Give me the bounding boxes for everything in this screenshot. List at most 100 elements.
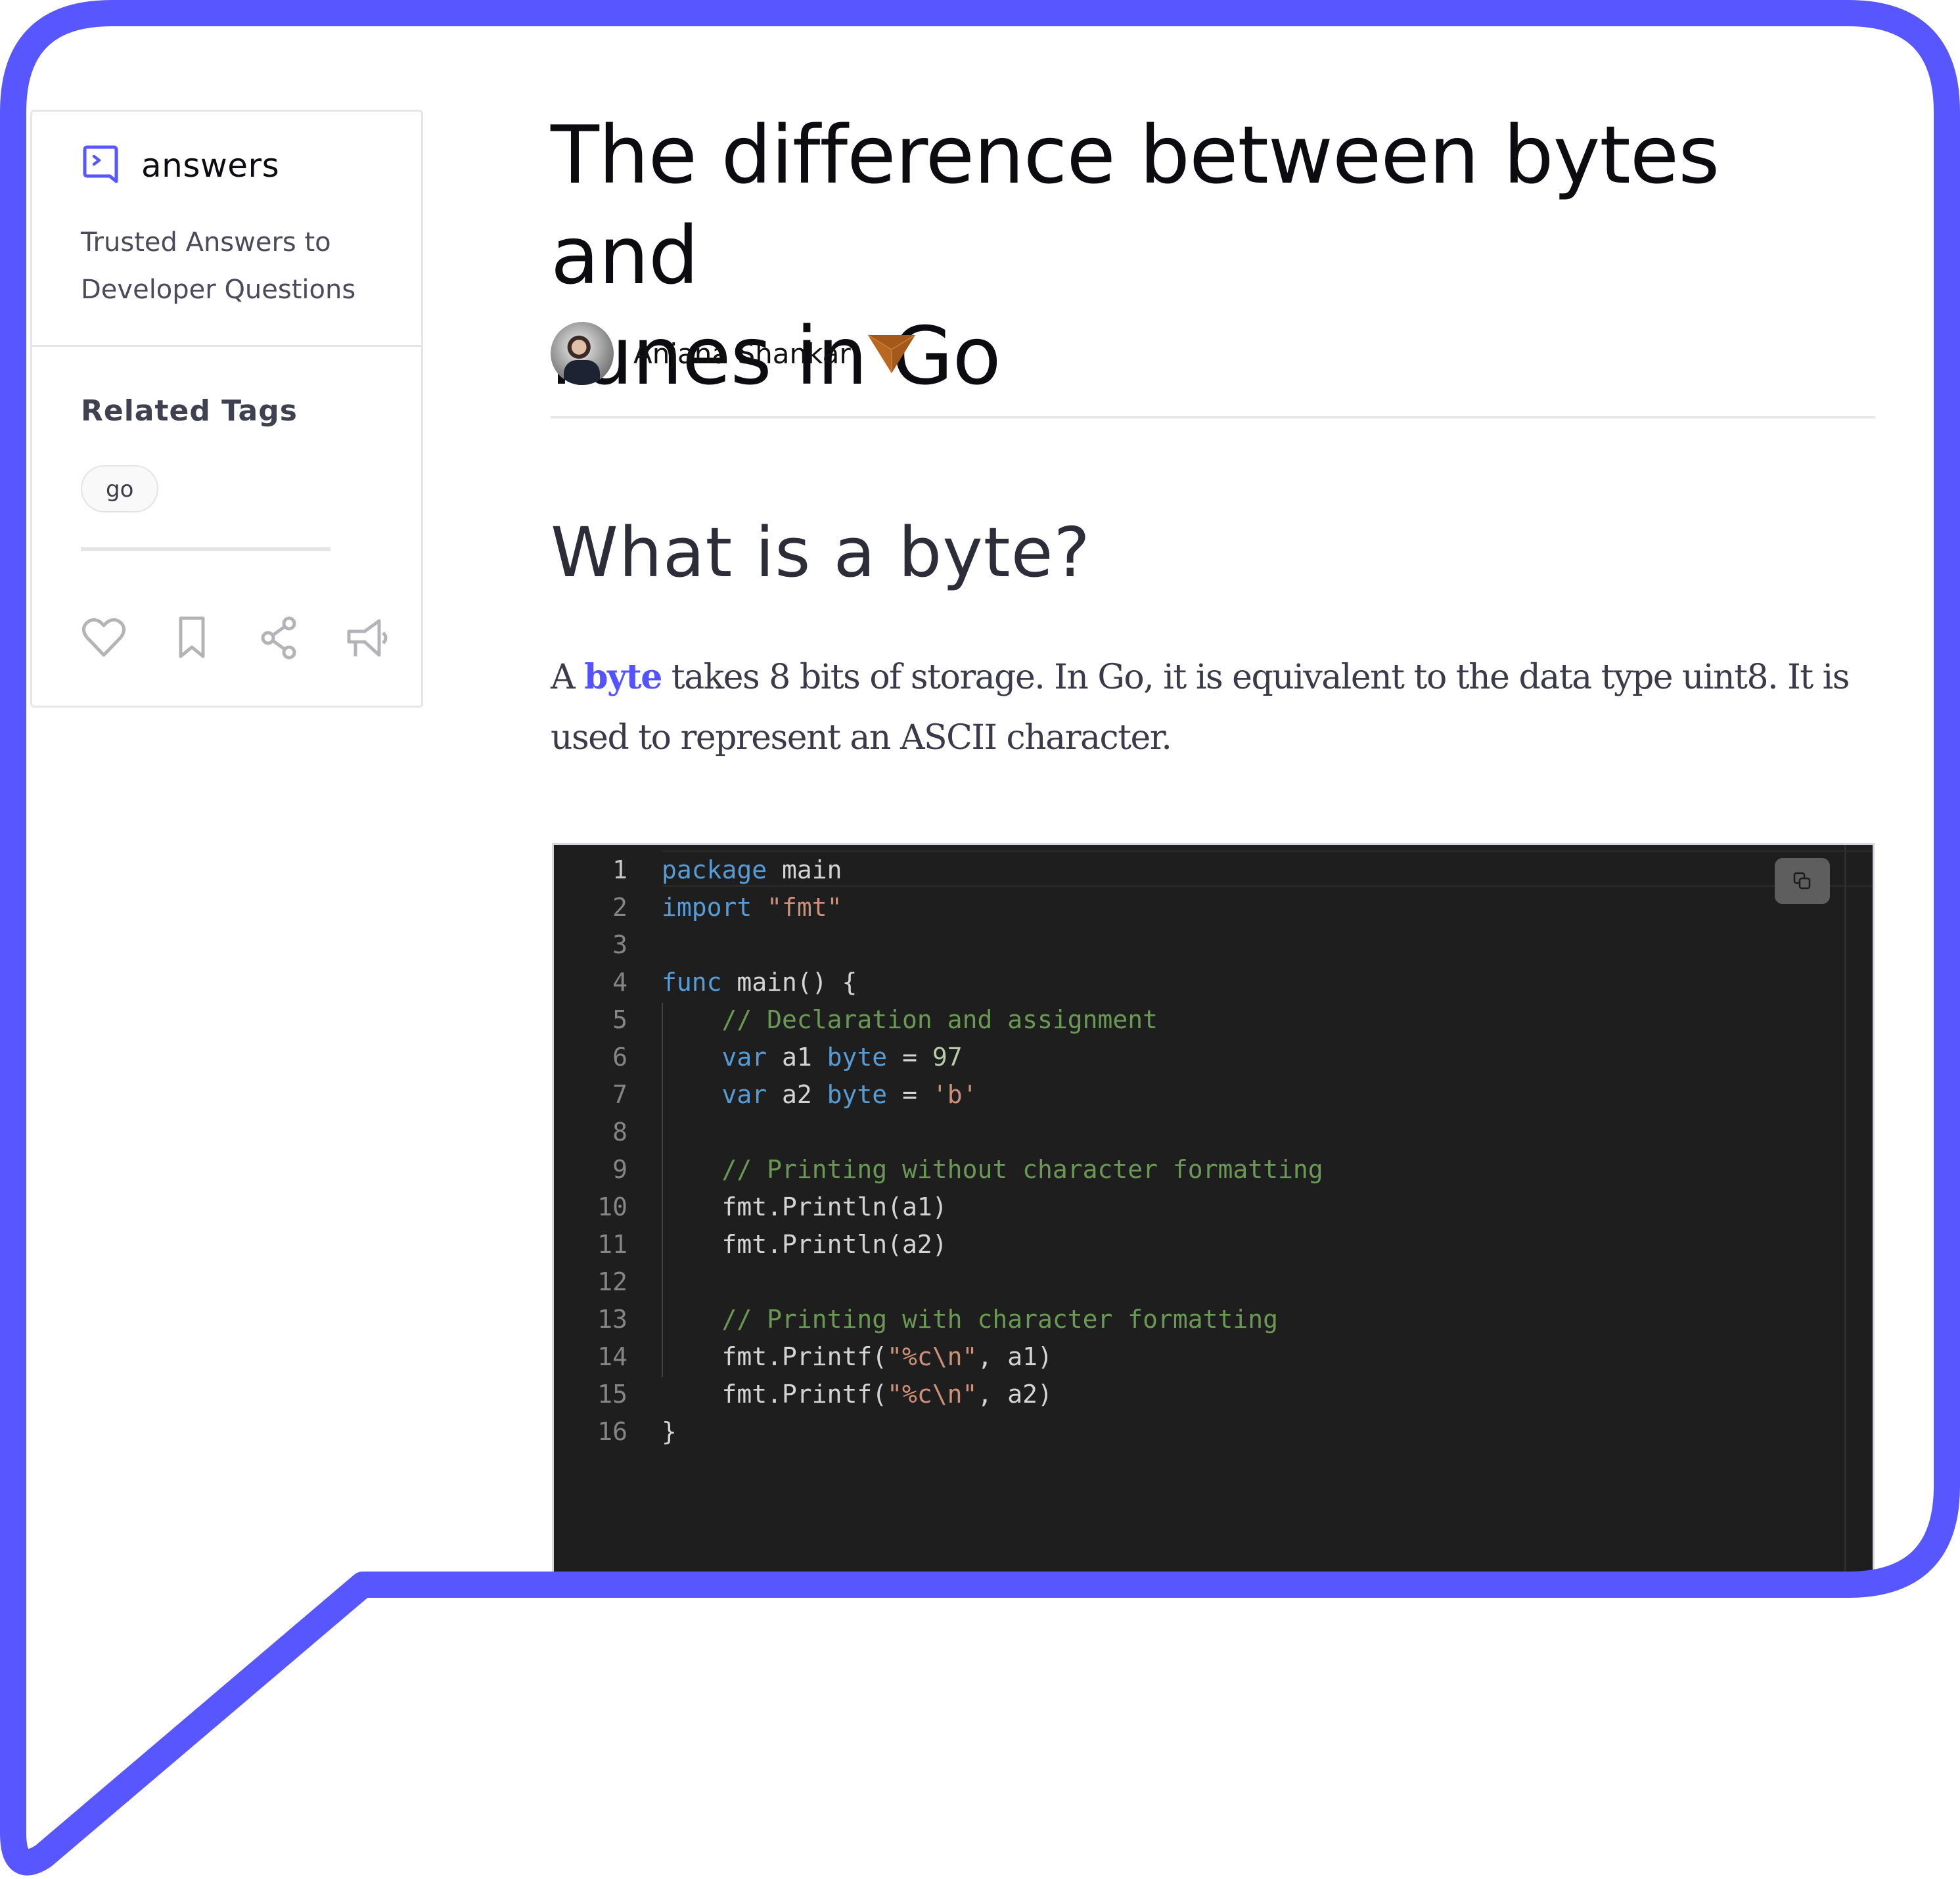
copy-icon bbox=[1793, 872, 1811, 890]
code-line: 6 var a1 byte = 97 bbox=[554, 1039, 1323, 1076]
code-token: = bbox=[887, 1080, 932, 1109]
code-line: 14 fmt.Printf("%c\n", a1) bbox=[554, 1338, 1323, 1376]
code-text: fmt.Println(a1) bbox=[662, 1189, 947, 1226]
code-line: 16} bbox=[554, 1413, 1323, 1451]
code-token: // Printing with character formatting bbox=[721, 1305, 1278, 1334]
share-icon bbox=[261, 616, 296, 660]
brand-tagline: Trusted Answers to Developer Questions bbox=[81, 219, 355, 313]
code-token: 'b' bbox=[932, 1080, 978, 1109]
code-token: package bbox=[662, 855, 767, 884]
code-token: , a1) bbox=[977, 1342, 1053, 1371]
code-line: 8 bbox=[554, 1114, 1323, 1151]
line-number: 7 bbox=[612, 1080, 627, 1109]
code-text: func main() { bbox=[662, 964, 857, 1001]
article-title-line-1: The difference between bytes and bbox=[551, 109, 1720, 302]
code-line: 11 fmt.Println(a2) bbox=[554, 1226, 1323, 1263]
code-text: fmt.Println(a2) bbox=[662, 1226, 947, 1263]
code-line: 2 import "fmt" bbox=[554, 889, 1323, 926]
paragraph-rest: takes 8 bits of storage. In Go, it is eq… bbox=[551, 658, 1850, 758]
code-line: 12 bbox=[554, 1263, 1323, 1301]
bookmark-icon bbox=[179, 616, 205, 658]
code-scrollbar[interactable] bbox=[1844, 845, 1846, 1579]
code-token: byte bbox=[827, 1043, 888, 1072]
line-number: 12 bbox=[597, 1267, 627, 1296]
tagline-line-2: Developer Questions bbox=[81, 275, 356, 305]
line-number: 8 bbox=[612, 1118, 627, 1146]
sidebar-divider bbox=[32, 345, 421, 347]
line-number: 14 bbox=[597, 1342, 627, 1371]
code-lines: 1 package main 2 import "fmt" 3 4 func main() … bbox=[554, 851, 1323, 1451]
code-line: 3 bbox=[554, 926, 1323, 964]
line-number: 15 bbox=[597, 1380, 627, 1409]
code-token: = bbox=[887, 1043, 932, 1072]
line-number: 5 bbox=[612, 1005, 627, 1034]
line-number: 11 bbox=[597, 1230, 627, 1259]
line-number: 4 bbox=[612, 968, 627, 997]
code-token: fmt.Printf( bbox=[662, 1342, 888, 1371]
code-token: main bbox=[767, 855, 842, 884]
copy-code-button[interactable] bbox=[1775, 858, 1830, 904]
report-button[interactable] bbox=[345, 614, 391, 660]
line-number: 3 bbox=[612, 930, 627, 959]
byte-term: byte bbox=[584, 657, 662, 697]
like-button[interactable] bbox=[81, 614, 127, 660]
author-row: Anjana Shankar bbox=[551, 322, 917, 385]
share-button[interactable] bbox=[257, 614, 303, 660]
code-token: // Declaration and assignment bbox=[721, 1005, 1158, 1034]
brand-logo[interactable]: answers bbox=[82, 145, 279, 187]
actions-divider bbox=[81, 547, 330, 551]
author-avatar[interactable] bbox=[551, 322, 614, 385]
brand-name: answers bbox=[141, 147, 280, 185]
author-name[interactable]: Anjana Shankar bbox=[633, 338, 851, 370]
code-block[interactable]: 1 package main 2 import "fmt" 3 4 func main() … bbox=[552, 843, 1875, 1579]
code-text: // Declaration and assignment bbox=[662, 1001, 1158, 1039]
code-token: func bbox=[662, 968, 722, 997]
code-token: "%c\n" bbox=[887, 1380, 978, 1409]
code-line: 9 // Printing without character formatti… bbox=[554, 1151, 1323, 1189]
code-line: 13 // Printing with character formatting bbox=[554, 1301, 1323, 1338]
code-text: var a2 byte = 'b' bbox=[662, 1076, 978, 1114]
code-token: "%c\n" bbox=[887, 1342, 978, 1371]
megaphone-icon bbox=[347, 619, 388, 657]
related-tags-heading: Related Tags bbox=[81, 394, 298, 428]
tagline-line-1: Trusted Answers to bbox=[81, 227, 331, 258]
answers-logo-icon bbox=[83, 145, 118, 183]
code-line: 15 fmt.Printf("%c\n", a2) bbox=[554, 1376, 1323, 1413]
line-number: 1 bbox=[612, 855, 627, 884]
tag-go[interactable]: go bbox=[81, 465, 159, 512]
code-token: var bbox=[721, 1080, 767, 1109]
code-token: byte bbox=[827, 1080, 888, 1109]
article-actions bbox=[81, 614, 391, 660]
article-paragraph: A byte takes 8 bits of storage. In Go, i… bbox=[551, 647, 1878, 768]
bronze-badge-icon bbox=[867, 334, 916, 373]
code-token: var bbox=[721, 1043, 767, 1072]
line-number: 13 bbox=[597, 1305, 627, 1334]
code-line: 1 package main bbox=[554, 851, 1323, 889]
title-divider bbox=[551, 416, 1875, 419]
code-token: a1 bbox=[767, 1043, 827, 1072]
line-number: 10 bbox=[597, 1192, 627, 1221]
sidebar-card: answers Trusted Answers to Developer Que… bbox=[30, 110, 423, 708]
line-number: 9 bbox=[612, 1155, 627, 1184]
code-token: main() { bbox=[721, 968, 857, 997]
code-line: 4 func main() { bbox=[554, 964, 1323, 1001]
code-token: import bbox=[662, 893, 752, 922]
code-text: fmt.Printf("%c\n", a1) bbox=[662, 1338, 1053, 1376]
code-token: "fmt" bbox=[767, 893, 842, 922]
bookmark-button[interactable] bbox=[169, 614, 215, 660]
code-text: package main bbox=[662, 851, 842, 889]
paragraph-lead: A bbox=[551, 658, 585, 697]
code-token: // Printing without character formatting bbox=[721, 1155, 1323, 1184]
code-line: 5 // Declaration and assignment bbox=[554, 1001, 1323, 1039]
code-token: 97 bbox=[932, 1043, 963, 1072]
heart-icon bbox=[82, 618, 125, 657]
code-text: fmt.Printf("%c\n", a2) bbox=[662, 1376, 1053, 1413]
code-token: } bbox=[662, 1417, 677, 1446]
code-text: } bbox=[662, 1413, 677, 1451]
